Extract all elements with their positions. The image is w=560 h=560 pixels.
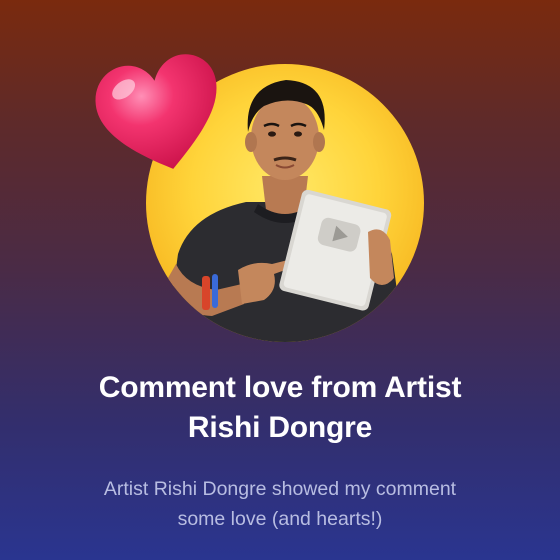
title-line-2: Rishi Dongre: [187, 411, 373, 444]
subtitle-line-1: Artist Rishi Dongre showed my comment: [103, 478, 457, 500]
comment-love-card: Comment love from Artist Rishi Dongre Ar…: [0, 0, 560, 560]
subtitle-line-2: some love (and hearts!): [177, 508, 383, 530]
notification-description: Artist Rishi Dongre showed my comment so…: [40, 474, 520, 534]
heart-icon: [95, 54, 217, 169]
title-line-1: Comment love from Artist: [98, 371, 462, 404]
notification-title: Comment love from Artist Rishi Dongre: [30, 368, 530, 448]
